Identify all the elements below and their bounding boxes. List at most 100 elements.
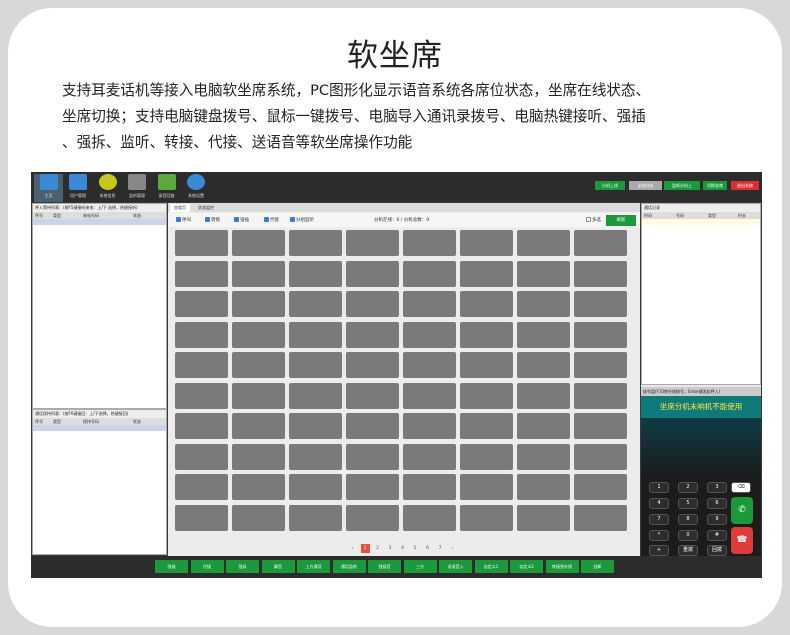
tab-seat-page[interactable]: 坐席页 — [170, 204, 190, 212]
seat-tile[interactable] — [289, 474, 342, 500]
dial-key[interactable]: * — [649, 530, 669, 541]
seat-tile[interactable] — [517, 260, 570, 287]
seat-tile[interactable] — [346, 474, 399, 500]
seat-tile[interactable] — [289, 382, 342, 409]
seat-tile[interactable] — [175, 291, 228, 317]
seat-tile[interactable] — [574, 321, 627, 348]
bottom-action-button[interactable]: 自定义1 — [474, 560, 508, 573]
toolbar-home-button[interactable]: 主页 — [34, 174, 63, 202]
bottom-action-button[interactable]: 挂断 — [581, 560, 614, 573]
dial-key[interactable]: 0 — [678, 530, 698, 541]
seat-tile[interactable] — [403, 230, 456, 256]
seat-tile[interactable] — [175, 443, 228, 470]
bottom-action-button[interactable]: 强插 — [155, 560, 188, 573]
seat-tile[interactable] — [574, 443, 627, 470]
seat-tile[interactable] — [232, 321, 285, 348]
table-row[interactable] — [33, 219, 166, 225]
page-button[interactable]: ‹ — [348, 544, 357, 553]
seat-tile[interactable] — [403, 443, 456, 470]
bottom-action-button[interactable]: 自定义2 — [510, 560, 543, 573]
bottom-action-button[interactable]: 送语音入 — [439, 560, 472, 573]
seat-tile[interactable] — [346, 413, 399, 439]
table-row[interactable] — [642, 219, 760, 225]
seat-tile[interactable] — [289, 321, 342, 348]
seat-tile[interactable] — [289, 291, 342, 317]
seat-tool-button[interactable]: 分组监听 — [290, 217, 314, 223]
seat-tile[interactable] — [403, 504, 456, 531]
dial-key[interactable]: ⌫ — [731, 482, 751, 493]
seat-tile[interactable] — [574, 260, 627, 287]
seat-tile[interactable] — [232, 382, 285, 409]
seat-tile[interactable] — [517, 291, 570, 317]
seat-tile[interactable] — [232, 413, 285, 439]
page-button[interactable]: 6 — [423, 544, 432, 553]
seat-tool-button[interactable]: 转接 — [205, 217, 220, 223]
seat-tile[interactable] — [346, 260, 399, 287]
seat-tile[interactable] — [232, 291, 285, 317]
bottom-action-button[interactable]: 转接到外线 — [545, 560, 579, 573]
seat-tile[interactable] — [460, 382, 513, 409]
seat-tile[interactable] — [403, 382, 456, 409]
dial-key[interactable]: 3 — [707, 482, 727, 493]
seat-tile[interactable] — [346, 230, 399, 256]
dial-key[interactable]: 4 — [649, 498, 669, 509]
seat-tile[interactable] — [289, 260, 342, 287]
seat-tile[interactable] — [460, 352, 513, 378]
seat-tile[interactable] — [574, 413, 627, 439]
top-right-button[interactable]: 退出系统 — [731, 181, 759, 190]
dial-key[interactable]: + — [649, 545, 669, 556]
seat-tile[interactable] — [289, 413, 342, 439]
seat-tile[interactable] — [346, 382, 399, 409]
seat-tile[interactable] — [574, 352, 627, 378]
bottom-action-button[interactable]: 强拆 — [226, 560, 259, 573]
seat-tile[interactable] — [460, 443, 513, 470]
page-button[interactable]: 4 — [398, 544, 407, 553]
top-right-button[interactable]: 切换坐席 — [703, 181, 727, 190]
seat-tile[interactable] — [232, 443, 285, 470]
seat-tile[interactable] — [460, 230, 513, 256]
incoming-queue[interactable]: 呼入等待列表：(按F5键接听来电：上/下 选择，热键接听) 序号 类型 来电号码… — [32, 203, 167, 409]
page-button[interactable]: 3 — [386, 544, 395, 553]
seat-tile[interactable] — [175, 382, 228, 409]
dial-key[interactable]: 6 — [707, 498, 727, 509]
seat-tile[interactable] — [403, 291, 456, 317]
seat-tile[interactable] — [232, 504, 285, 531]
dial-key[interactable]: 2 — [678, 482, 698, 493]
seat-tile[interactable] — [574, 291, 627, 317]
seat-tile[interactable] — [403, 352, 456, 378]
seat-tile[interactable] — [403, 474, 456, 500]
seat-tile[interactable] — [232, 474, 285, 500]
phone-answer-icon[interactable]: ✆ — [731, 497, 753, 524]
seat-tile[interactable] — [460, 260, 513, 287]
seat-tile[interactable] — [517, 443, 570, 470]
hold-queue[interactable]: 通话保持列表：(按F6键接回：上/下选择，热键接回) 序号 类型 保持号码 状态 — [32, 409, 167, 555]
dial-key[interactable]: # — [707, 530, 727, 541]
bottom-action-button[interactable]: 代接 — [190, 560, 224, 573]
seat-tile[interactable] — [517, 504, 570, 531]
toolbar-info-button[interactable]: 系统信息 — [93, 174, 122, 202]
seat-tile[interactable] — [289, 230, 342, 256]
seat-tile[interactable] — [232, 230, 285, 256]
toolbar-users-button[interactable]: 用户管理 — [64, 174, 93, 202]
seat-tile[interactable] — [175, 230, 228, 256]
toolbar-recording-button[interactable]: 录音回放 — [152, 174, 181, 202]
table-row[interactable] — [33, 425, 166, 431]
seat-tile[interactable] — [346, 321, 399, 348]
seat-tile[interactable] — [289, 504, 342, 531]
seat-tile[interactable] — [175, 260, 228, 287]
bottom-action-button[interactable]: 通话监听 — [332, 560, 366, 573]
page-button[interactable]: 2 — [373, 544, 382, 553]
bottom-action-button[interactable]: 强插音 — [368, 560, 401, 573]
bottom-action-button[interactable]: 三方 — [403, 560, 437, 573]
seat-tile[interactable] — [574, 382, 627, 409]
seat-tile[interactable] — [574, 504, 627, 531]
seat-tile[interactable] — [517, 321, 570, 348]
page-button[interactable]: 7 — [436, 544, 445, 553]
bottom-action-button[interactable]: 上方通话 — [297, 560, 330, 573]
page-button[interactable]: 1 — [360, 544, 370, 553]
top-right-button[interactable]: 全部分机 — [629, 181, 662, 190]
seat-tile[interactable] — [517, 474, 570, 500]
seat-tool-button[interactable]: 代接 — [264, 217, 279, 223]
seat-tile[interactable] — [346, 504, 399, 531]
seat-tile[interactable] — [289, 443, 342, 470]
